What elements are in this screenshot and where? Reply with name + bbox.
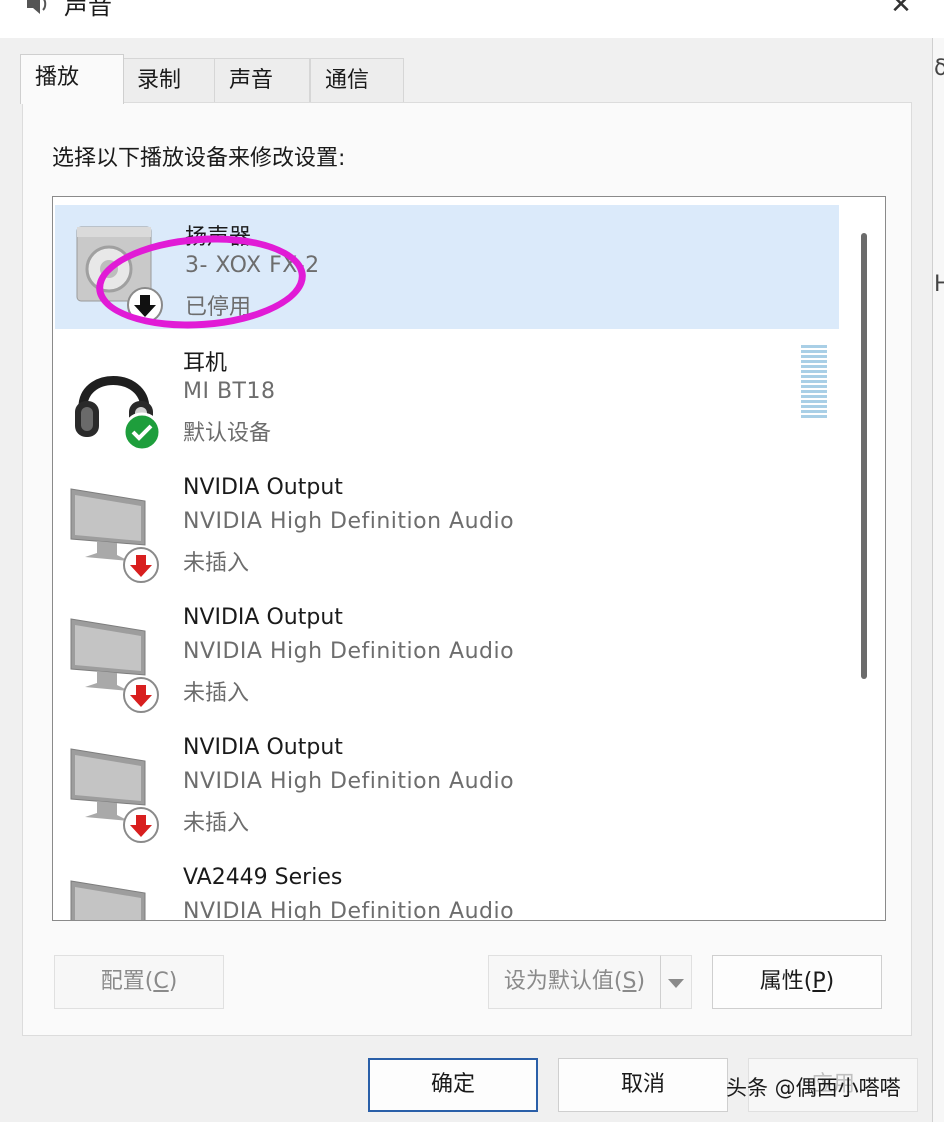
checkmark-badge-icon: [122, 412, 162, 452]
title-bar: 声音 ✕: [0, 0, 944, 38]
button-label: 设为默认值(: [503, 969, 623, 994]
close-button[interactable]: ✕: [884, 0, 918, 24]
speaker-app-icon: [27, 0, 47, 14]
set-default-dropdown-button[interactable]: [660, 955, 692, 1009]
window-title: 声音: [64, 0, 112, 20]
device-name: VA2449 Series: [183, 865, 343, 890]
background-window-fragment: H: [934, 272, 944, 297]
device-description: NVIDIA High Definition Audio: [183, 639, 515, 664]
device-status: 默认设备: [183, 421, 272, 446]
background-window-fragment: ẟ: [934, 56, 944, 81]
tab-label: 声音: [229, 68, 274, 93]
button-label: 属性(: [759, 969, 813, 994]
button-access-key: S: [622, 969, 637, 994]
close-icon: ✕: [890, 0, 912, 20]
device-item-nvidia-output-1[interactable]: NVIDIA Output NVIDIA High Definition Aud…: [53, 461, 839, 585]
button-label-close: ): [825, 969, 835, 994]
device-item-headphones[interactable]: 耳机 MI BT18 默认设备: [53, 331, 839, 455]
tab-label: 录制: [137, 68, 182, 93]
tab-communications[interactable]: 通信: [310, 58, 404, 102]
tab-recording[interactable]: 录制: [122, 58, 216, 102]
device-item-nvidia-output-2[interactable]: NVIDIA Output NVIDIA High Definition Aud…: [53, 591, 839, 715]
button-label: 确定: [430, 1072, 475, 1097]
tab-playback[interactable]: 播放: [20, 54, 124, 104]
device-name: NVIDIA Output: [183, 475, 343, 500]
tab-sounds[interactable]: 声音: [214, 58, 310, 102]
button-label: 配置(: [100, 969, 154, 994]
device-description: NVIDIA High Definition Audio: [183, 899, 515, 921]
device-name: NVIDIA Output: [183, 605, 343, 630]
device-description: NVIDIA High Definition Audio: [183, 769, 515, 794]
device-list-scrollbar[interactable]: [861, 233, 867, 679]
set-default-button[interactable]: 设为默认值(S): [488, 955, 660, 1009]
button-label: 取消: [620, 1072, 665, 1097]
configure-button[interactable]: 配置(C): [54, 955, 224, 1009]
device-name: NVIDIA Output: [183, 735, 343, 760]
device-description: NVIDIA High Definition Audio: [183, 509, 515, 534]
red-down-arrow-badge-icon: [123, 547, 159, 583]
device-status: 未插入: [183, 811, 250, 836]
cancel-button[interactable]: 取消: [558, 1058, 728, 1112]
device-item-nvidia-output-3[interactable]: NVIDIA Output NVIDIA High Definition Aud…: [53, 721, 839, 845]
device-item-va2449-series[interactable]: VA2449 Series NVIDIA High Definition Aud…: [53, 851, 839, 921]
device-name: 耳机: [183, 351, 228, 376]
ok-button[interactable]: 确定: [368, 1058, 538, 1112]
watermark-text: 头条 @偶西小嗒嗒: [726, 1076, 901, 1100]
red-down-arrow-badge-icon: [123, 807, 159, 843]
device-status: 未插入: [183, 551, 250, 576]
instruction-text: 选择以下播放设备来修改设置:: [52, 146, 346, 171]
tab-label: 通信: [325, 68, 370, 93]
background-window-edge: [932, 38, 944, 1122]
properties-button[interactable]: 属性(P): [712, 955, 882, 1009]
device-description: MI BT18: [183, 379, 276, 404]
button-access-key: P: [812, 969, 826, 994]
red-down-arrow-badge-icon: [123, 677, 159, 713]
button-label-close: ): [168, 969, 178, 994]
button-access-key: C: [153, 969, 169, 994]
volume-level-meter: [801, 345, 827, 418]
button-label-close: ): [636, 969, 646, 994]
monitor-icon: [70, 880, 146, 920]
device-status: 未插入: [183, 681, 250, 706]
tab-label: 播放: [35, 65, 80, 90]
chevron-down-icon: [668, 979, 684, 988]
